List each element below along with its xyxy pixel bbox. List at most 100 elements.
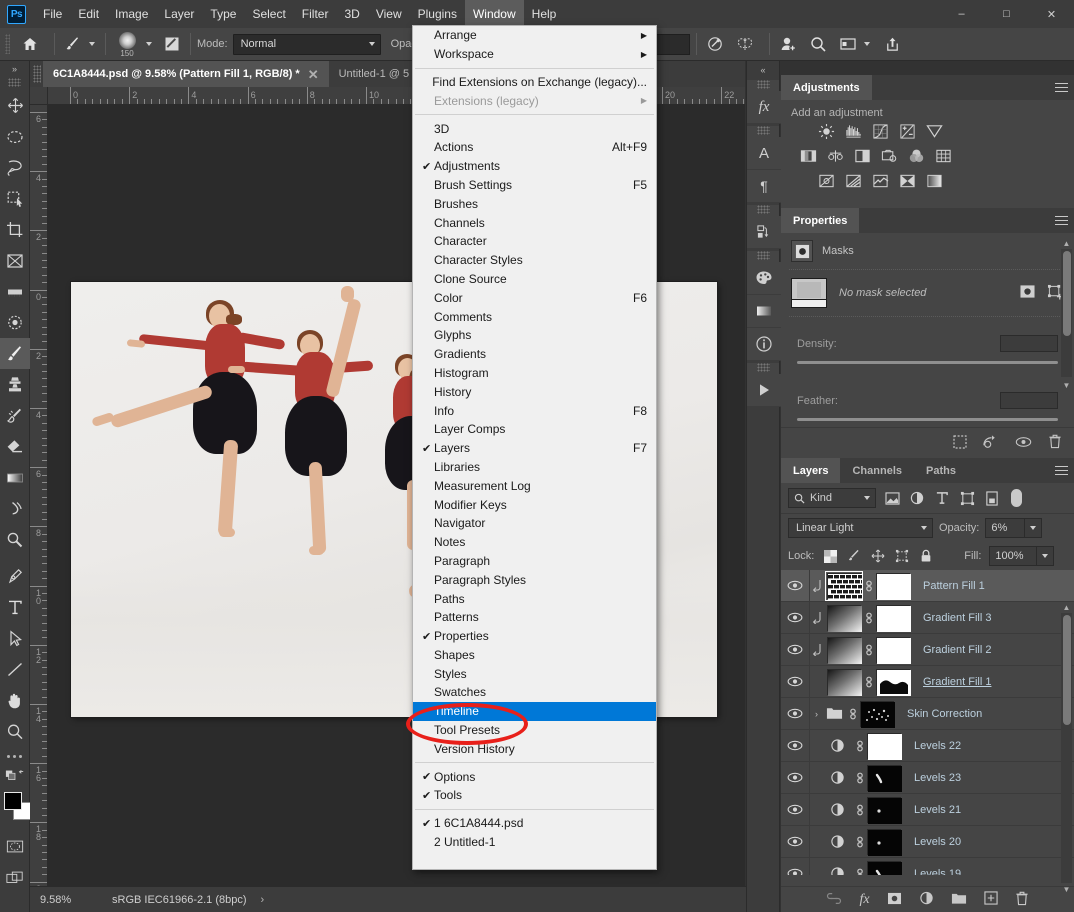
scroll-up-arrow[interactable]: ▲ bbox=[1061, 237, 1072, 249]
new-layer-icon[interactable] bbox=[984, 891, 998, 908]
menu-item-paths[interactable]: Paths bbox=[413, 589, 656, 608]
menu-item-history[interactable]: History bbox=[413, 382, 656, 401]
layer-visibility-eye-icon[interactable] bbox=[781, 634, 810, 665]
gradient-tool[interactable] bbox=[0, 462, 30, 493]
close-icon[interactable]: ✕ bbox=[308, 68, 319, 81]
menu-item-paragraph-styles[interactable]: Paragraph Styles bbox=[413, 570, 656, 589]
foreground-color-swatch[interactable] bbox=[4, 792, 22, 810]
window-menu-dropdown[interactable]: Arrange▶Workspace▶Find Extensions on Exc… bbox=[412, 25, 657, 870]
add-layer-mask-icon[interactable] bbox=[887, 892, 902, 908]
brush-tool[interactable] bbox=[0, 338, 30, 369]
gradients-icon[interactable] bbox=[747, 295, 781, 328]
color-balance-icon[interactable] bbox=[826, 147, 844, 165]
tab-paths[interactable]: Paths bbox=[914, 458, 968, 483]
opacity-value[interactable]: 6% bbox=[985, 518, 1025, 538]
smart-object-filter-icon[interactable] bbox=[983, 489, 1001, 507]
brightness-contrast-icon[interactable] bbox=[817, 122, 835, 140]
document-tab-active[interactable]: 6C1A8444.psd @ 9.58% (Pattern Fill 1, RG… bbox=[43, 61, 329, 87]
load-selection-icon[interactable] bbox=[953, 435, 967, 452]
adjustment-filter-icon[interactable] bbox=[908, 489, 926, 507]
pixel-mask-icon[interactable] bbox=[1019, 284, 1036, 303]
frame-tool[interactable] bbox=[0, 245, 30, 276]
link-mask-icon[interactable] bbox=[861, 674, 876, 690]
layer-thumbnail[interactable] bbox=[827, 637, 861, 663]
menu-item-modifier-keys[interactable]: Modifier Keys bbox=[413, 495, 656, 514]
link-layers-icon[interactable] bbox=[826, 893, 842, 907]
lock-artboard-icon[interactable] bbox=[894, 548, 910, 564]
filter-kind-select[interactable]: Kind bbox=[788, 488, 876, 508]
layer-visibility-eye-icon[interactable] bbox=[781, 666, 810, 697]
layer-list[interactable]: Pattern Fill 1Gradient Fill 3Gradient Fi… bbox=[781, 570, 1074, 875]
panel-menu-icon[interactable] bbox=[1048, 458, 1074, 483]
rail-grip[interactable] bbox=[757, 126, 770, 135]
menu-item-patterns[interactable]: Patterns bbox=[413, 608, 656, 627]
table-row[interactable]: Gradient Fill 2 bbox=[781, 634, 1074, 666]
menu-item-timeline[interactable]: Timeline bbox=[413, 702, 656, 721]
layer-mask-thumbnail[interactable] bbox=[867, 797, 901, 823]
menu-item-comments[interactable]: Comments bbox=[413, 307, 656, 326]
lasso-tool[interactable] bbox=[0, 152, 30, 183]
layer-mask-thumbnail[interactable] bbox=[867, 733, 901, 759]
delete-layer-icon[interactable] bbox=[1015, 891, 1029, 909]
menu-item-1-6c1a8444-psd[interactable]: ✔1 6C1A8444.psd bbox=[413, 814, 656, 833]
layer-name[interactable]: Levels 20 bbox=[901, 836, 961, 848]
zoom-tool[interactable] bbox=[0, 716, 30, 747]
toggle-mask-icon[interactable] bbox=[1015, 436, 1032, 451]
tab-properties[interactable]: Properties bbox=[781, 208, 859, 233]
menu-item-gradients[interactable]: Gradients bbox=[413, 345, 656, 364]
layer-mask-thumbnail[interactable] bbox=[876, 605, 910, 631]
invert-icon[interactable] bbox=[817, 172, 835, 190]
menu-plugins[interactable]: Plugins bbox=[410, 0, 465, 28]
menu-item-brush-settings[interactable]: Brush SettingsF5 bbox=[413, 176, 656, 195]
type-filter-icon[interactable] bbox=[933, 489, 951, 507]
rail-grip[interactable] bbox=[757, 363, 770, 372]
scrollbar-thumb[interactable] bbox=[1063, 251, 1071, 336]
apply-mask-icon[interactable] bbox=[983, 434, 999, 452]
layer-mask-thumbnail[interactable] bbox=[867, 861, 901, 876]
density-value[interactable] bbox=[1000, 335, 1058, 352]
maximize-button[interactable]: □ bbox=[984, 0, 1029, 28]
menu-item-histogram[interactable]: Histogram bbox=[413, 364, 656, 383]
clone-stamp-tool[interactable] bbox=[0, 369, 30, 400]
menu-item-color[interactable]: ColorF6 bbox=[413, 288, 656, 307]
filter-toggle[interactable] bbox=[1011, 489, 1022, 507]
new-adjustment-layer-icon[interactable] bbox=[919, 891, 934, 909]
brush-panel-icon[interactable] bbox=[160, 32, 184, 56]
group-expand-chevron-icon[interactable]: › bbox=[810, 709, 823, 719]
fill-value[interactable]: 100% bbox=[989, 546, 1037, 566]
menu-item-glyphs[interactable]: Glyphs bbox=[413, 326, 656, 345]
table-row[interactable]: Gradient Fill 1 bbox=[781, 666, 1074, 698]
new-group-icon[interactable] bbox=[951, 892, 967, 908]
minimize-button[interactable]: – bbox=[939, 0, 984, 28]
path-selection-tool[interactable] bbox=[0, 623, 30, 654]
menu-item-styles[interactable]: Styles bbox=[413, 664, 656, 683]
crop-tool[interactable] bbox=[0, 214, 30, 245]
scroll-down-arrow[interactable]: ▼ bbox=[1061, 379, 1072, 391]
menu-item-options[interactable]: ✔Options bbox=[413, 767, 656, 786]
link-mask-icon[interactable] bbox=[852, 802, 867, 818]
link-mask-icon[interactable] bbox=[852, 866, 867, 876]
zoom-level[interactable]: 9.58% bbox=[30, 894, 92, 906]
menu-item-notes[interactable]: Notes bbox=[413, 533, 656, 552]
link-mask-icon[interactable] bbox=[852, 738, 867, 754]
layers-scrollbar[interactable] bbox=[1061, 613, 1072, 883]
layer-visibility-eye-icon[interactable] bbox=[781, 826, 810, 857]
brush-icon[interactable] bbox=[61, 32, 85, 56]
share-icon[interactable] bbox=[880, 32, 904, 56]
toolbar-grip[interactable] bbox=[8, 78, 21, 87]
table-row[interactable]: Levels 23 bbox=[781, 762, 1074, 794]
menu-filter[interactable]: Filter bbox=[294, 0, 337, 28]
character-icon[interactable]: A bbox=[747, 137, 781, 170]
layer-mask-thumbnail[interactable] bbox=[860, 701, 894, 727]
menu-image[interactable]: Image bbox=[107, 0, 156, 28]
brush-preset-dropdown[interactable] bbox=[85, 32, 99, 56]
layer-blend-mode-select[interactable]: Linear Light bbox=[788, 518, 933, 538]
workspace-icon[interactable] bbox=[836, 32, 860, 56]
pixel-filter-icon[interactable] bbox=[883, 489, 901, 507]
table-row[interactable]: Levels 19 bbox=[781, 858, 1074, 875]
threshold-icon[interactable] bbox=[871, 172, 889, 190]
menu-item-libraries[interactable]: Libraries bbox=[413, 458, 656, 477]
eyedropper-tool[interactable] bbox=[0, 276, 30, 307]
tab-adjustments[interactable]: Adjustments bbox=[781, 75, 872, 100]
symmetry-butterfly-icon[interactable] bbox=[733, 32, 757, 56]
